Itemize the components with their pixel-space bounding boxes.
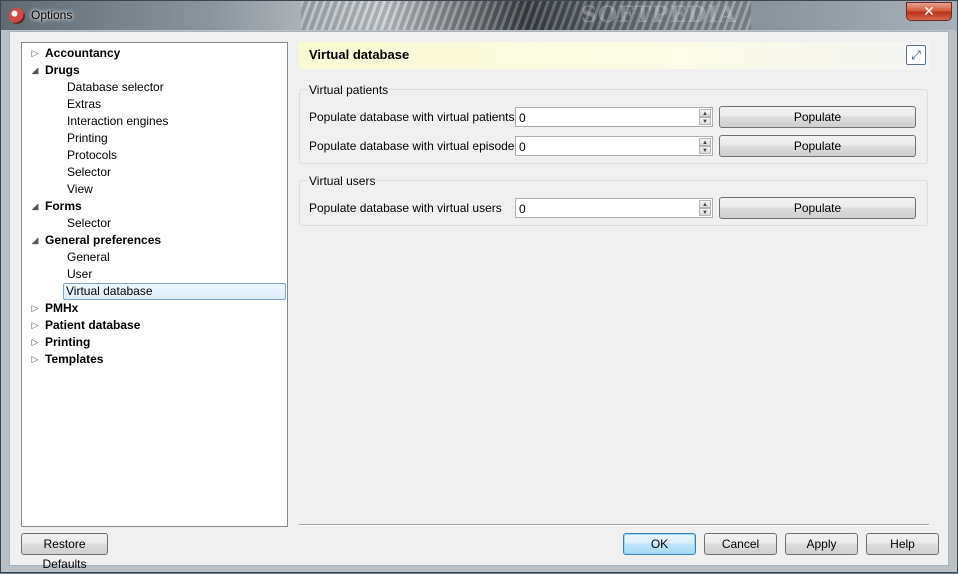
tree-item-virtual-database[interactable]: Virtual database <box>63 283 286 300</box>
patients-label: Populate database with virtual patients <box>309 110 515 124</box>
tree-item-protocols[interactable]: Protocols <box>65 147 119 164</box>
tree-item-label: Protocols <box>67 148 118 162</box>
maximize-icon: ⤢ <box>911 48 921 62</box>
dialog-client-area: ▷ Accountancy ◢ Drugs Database selector Extra… <box>9 31 949 571</box>
episodes-count-value: 0 <box>519 140 526 154</box>
maximize-button[interactable]: ⤢ <box>906 45 926 65</box>
help-button[interactable]: Help <box>866 533 939 555</box>
users-label: Populate database with virtual users <box>309 201 502 215</box>
watermark-text: SOFTPEDIA <box>581 2 737 28</box>
tree-item-label: Database selector <box>67 80 164 94</box>
spin-down-icon[interactable]: ▼ <box>699 117 711 125</box>
tree-item-label: Printing <box>45 335 91 349</box>
footer-separator <box>299 524 929 526</box>
spin-down-icon[interactable]: ▼ <box>699 146 711 154</box>
collapsed-arrow-icon[interactable]: ▷ <box>30 45 40 62</box>
apply-button[interactable]: Apply <box>785 533 858 555</box>
tree-item-label: Virtual database <box>66 284 153 298</box>
tree-item-label: Extras <box>67 97 102 111</box>
spin-up-icon[interactable]: ▲ <box>699 200 711 208</box>
users-count-value: 0 <box>519 202 526 216</box>
cancel-button[interactable]: Cancel <box>704 533 777 555</box>
spin-buttons: ▲ ▼ <box>699 138 711 154</box>
tree-item-general[interactable]: General <box>65 249 112 266</box>
populate-patients-button[interactable]: Populate <box>719 106 916 128</box>
group-title-virtual-users: Virtual users <box>308 174 377 188</box>
panel-header: Virtual database ⤢ <box>299 42 930 69</box>
panel-title: Virtual database <box>309 47 410 62</box>
group-title-virtual-patients: Virtual patients <box>308 83 390 97</box>
tree-item-printing[interactable]: Printing <box>65 130 110 147</box>
tree-item-selector[interactable]: Selector <box>65 164 113 181</box>
spin-up-icon[interactable]: ▲ <box>699 109 711 117</box>
spin-buttons: ▲ ▼ <box>699 109 711 125</box>
tree-item-database-selector[interactable]: Database selector <box>65 79 166 96</box>
tree-item-label: Patient database <box>45 318 141 332</box>
tree-item-label: PMHx <box>45 301 79 315</box>
virtual-users-group: Virtual users Populate database with vir… <box>299 174 928 226</box>
tree-item-selector[interactable]: Selector <box>65 215 113 232</box>
tree-item-label: Selector <box>67 165 112 179</box>
tree-item-label: General <box>67 250 110 264</box>
users-count-spinbox[interactable]: 0 ▲ ▼ <box>515 198 713 218</box>
close-button[interactable]: ✕ <box>906 2 952 21</box>
expanded-arrow-icon[interactable]: ◢ <box>30 198 40 215</box>
populate-users-button[interactable]: Populate <box>719 197 916 219</box>
populate-episodes-button[interactable]: Populate <box>719 135 916 157</box>
tree-item-label: Interaction engines <box>67 114 169 128</box>
window-title: Options <box>31 8 73 22</box>
tree-item-label: Printing <box>67 131 108 145</box>
options-window: Options SOFTPEDIA ✕ ▷ Accountancy ◢ Drugs Da… <box>0 0 958 573</box>
spin-down-icon[interactable]: ▼ <box>699 208 711 216</box>
episodes-label: Populate database with virtual episodes <box>309 139 521 153</box>
ok-button[interactable]: OK <box>623 533 696 555</box>
tree-item-label: User <box>67 267 93 281</box>
collapsed-arrow-icon[interactable]: ▷ <box>30 317 40 334</box>
collapsed-arrow-icon[interactable]: ▷ <box>30 334 40 351</box>
tree-item-label: Accountancy <box>45 46 121 60</box>
options-tree[interactable]: ▷ Accountancy ◢ Drugs Database selector Extra… <box>21 42 288 527</box>
spin-buttons: ▲ ▼ <box>699 200 711 216</box>
tree-item-label: General preferences <box>45 233 162 247</box>
title-bar[interactable]: Options SOFTPEDIA ✕ <box>1 1 957 30</box>
collapsed-arrow-icon[interactable]: ▷ <box>30 300 40 317</box>
app-icon <box>9 8 25 24</box>
close-icon: ✕ <box>923 3 935 19</box>
patients-count-spinbox[interactable]: 0 ▲ ▼ <box>515 107 713 127</box>
tree-item-label: Templates <box>45 352 104 366</box>
tree-item-label: View <box>67 182 93 196</box>
restore-defaults-button[interactable]: Restore Defaults <box>21 533 108 571</box>
tree-item-view[interactable]: View <box>65 181 95 198</box>
expanded-arrow-icon[interactable]: ◢ <box>30 232 40 249</box>
patients-count-value: 0 <box>519 111 526 125</box>
tree-item-extras[interactable]: Extras <box>65 96 103 113</box>
spin-up-icon[interactable]: ▲ <box>699 138 711 146</box>
episodes-count-spinbox[interactable]: 0 ▲ ▼ <box>515 136 713 156</box>
virtual-patients-group: Virtual patients Populate database with … <box>299 83 928 164</box>
tree-item-label: Selector <box>67 216 112 230</box>
tree-item-user[interactable]: User <box>65 266 94 283</box>
collapsed-arrow-icon[interactable]: ▷ <box>30 351 40 368</box>
tree-item-label: Drugs <box>45 63 80 77</box>
tree-item-label: Forms <box>45 199 82 213</box>
tree-item-interaction-engines[interactable]: Interaction engines <box>65 113 170 130</box>
expanded-arrow-icon[interactable]: ◢ <box>30 62 40 79</box>
